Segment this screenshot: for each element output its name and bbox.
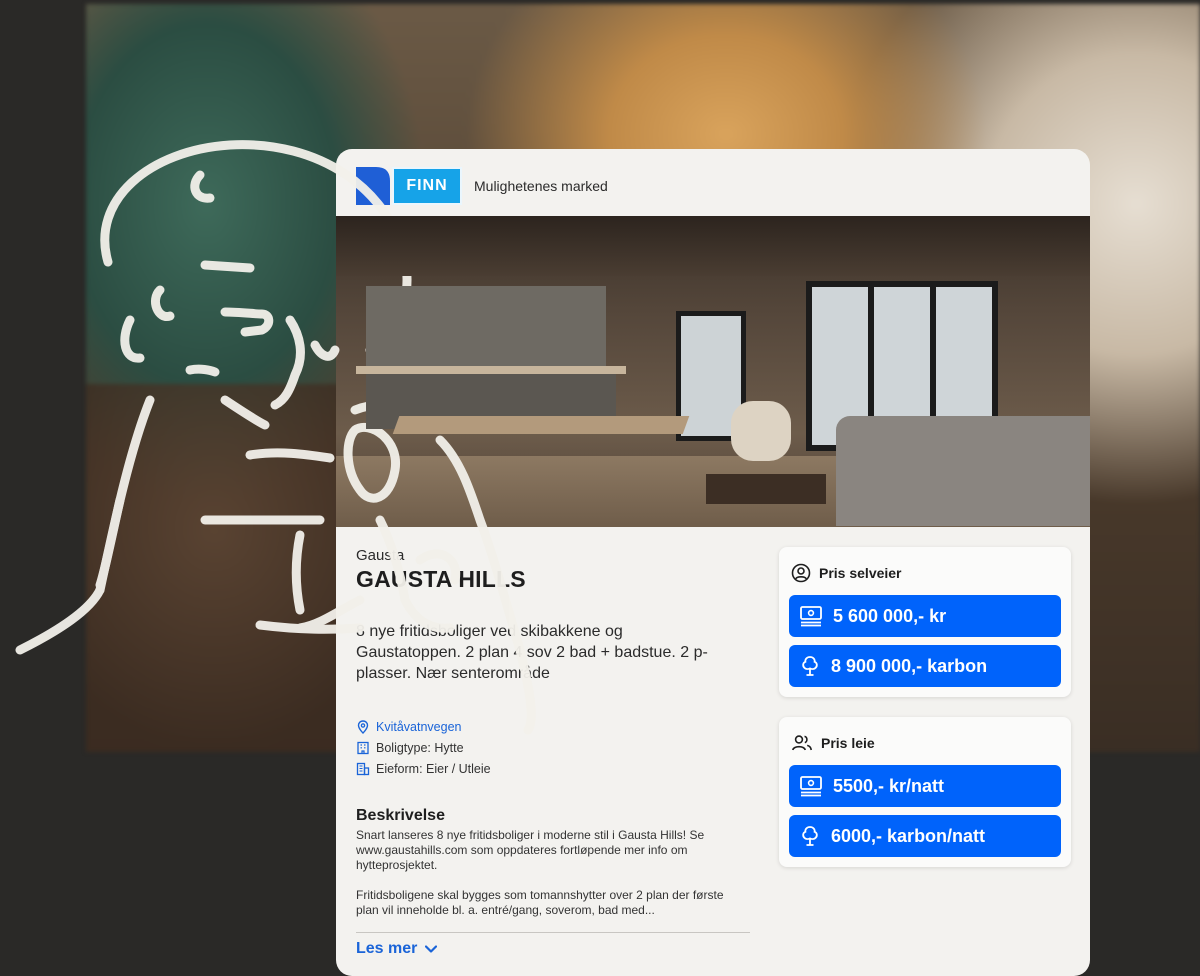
fact-address[interactable]: Kvitåvatnvegen	[356, 716, 756, 737]
price-owner-carbon-button[interactable]: 8 900 000,- karbon	[789, 645, 1061, 687]
price-card-owner: Pris selveier 5 600 000,- kr 8 900 000,-…	[779, 547, 1071, 697]
description-paragraph-2: Fritidsboligene skal bygges som tomannsh…	[356, 888, 724, 917]
hero-ceiling	[336, 216, 1090, 276]
price-card-rent: Pris leie 5500,- kr/natt 6000,- karbon/n…	[779, 717, 1071, 867]
hero-armchair	[731, 401, 791, 461]
ownership-label: Eieform: Eier / Utleie	[376, 761, 491, 776]
read-more-label: Les mer	[356, 940, 418, 957]
price-rent-money: 5500,- kr/natt	[833, 775, 945, 796]
price-rent-carbon-button[interactable]: 6000,- karbon/natt	[789, 815, 1061, 857]
price-owner-carbon: 8 900 000,- karbon	[831, 655, 988, 676]
price-rent-money-button[interactable]: 5500,- kr/natt	[789, 765, 1061, 807]
users-icon	[792, 735, 812, 751]
listing-title: GAUSTA HILLS	[356, 566, 526, 592]
price-owner-money: 5 600 000,- kr	[833, 605, 947, 626]
tagline: Mulighetenes marked	[474, 178, 608, 194]
building-icon	[356, 741, 370, 755]
finn-logo-mark	[356, 167, 390, 205]
description-text: Snart lanseres 8 nye fritidsboliger i mo…	[356, 828, 736, 918]
price-owner-money-button[interactable]: 5 600 000,- kr	[789, 595, 1061, 637]
user-circle-icon	[791, 563, 811, 583]
listing-hero-image[interactable]	[336, 216, 1090, 527]
banknote-icon	[800, 776, 822, 797]
listing-summary: 8 nye fritidsboliger ved skibakkene og G…	[356, 623, 708, 682]
read-more-button[interactable]: Les mer	[356, 940, 438, 958]
location-pin-icon	[356, 719, 370, 734]
listing-location: Gausta	[356, 547, 405, 564]
hero-sofa	[836, 416, 1090, 526]
hero-dining-table	[392, 416, 690, 434]
price-rent-heading-text: Pris leie	[821, 735, 875, 751]
price-rent-heading: Pris leie	[791, 733, 875, 753]
fact-property-type: Boligtype: Hytte	[356, 737, 756, 758]
description-divider	[356, 932, 750, 933]
card-header: FINN Mulighetenes marked	[336, 149, 1090, 216]
listing-card: FINN Mulighetenes marked Gausta GAUSTA H…	[336, 149, 1090, 976]
address-link[interactable]: Kvitåvatnvegen	[376, 720, 461, 734]
listing-facts: Kvitåvatnvegen Boligtype: Hytte Eieform:…	[356, 716, 756, 779]
banknote-icon	[800, 606, 822, 627]
price-owner-heading: Pris selveier	[791, 563, 902, 583]
price-rent-carbon: 6000,- karbon/natt	[831, 825, 986, 846]
tree-icon	[802, 656, 818, 676]
description-paragraph-1: Snart lanseres 8 nye fritidsboliger i mo…	[356, 828, 705, 872]
tree-icon	[802, 826, 818, 846]
price-owner-heading-text: Pris selveier	[819, 565, 902, 581]
finn-logo[interactable]: FINN	[356, 167, 464, 205]
ownership-icon	[356, 762, 370, 776]
hero-counter	[356, 366, 626, 374]
listing-details: Gausta GAUSTA HILLS 8 nye fritidsboliger…	[356, 547, 756, 933]
finn-logo-text: FINN	[392, 167, 462, 205]
hero-coffee-table	[706, 474, 826, 504]
property-type-label: Boligtype: Hytte	[376, 740, 464, 755]
chevron-down-icon	[425, 945, 438, 953]
hero-kitchen-cabinets	[366, 286, 606, 366]
fact-ownership: Eieform: Eier / Utleie	[356, 758, 756, 779]
description-title: Beskrivelse	[356, 807, 445, 824]
